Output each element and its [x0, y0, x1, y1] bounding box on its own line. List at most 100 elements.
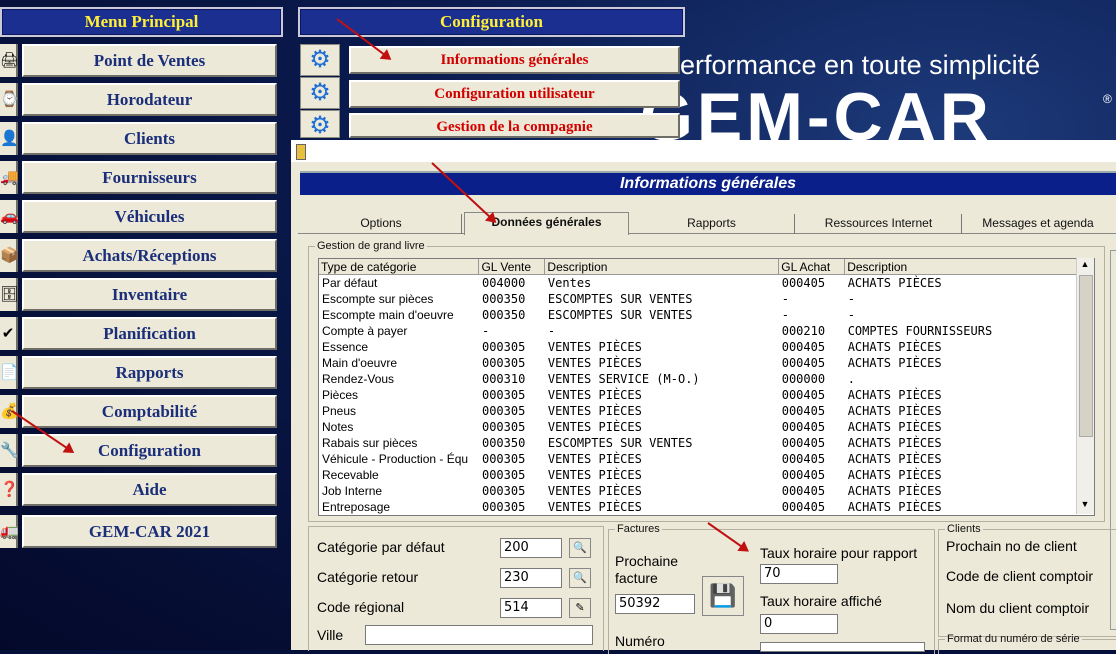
- table-row[interactable]: Compte à payer - - 000210 COMPTES FOURNISSEU…: [319, 323, 1094, 339]
- table-row[interactable]: Notes 000305 VENTES PIÈCES 000405 ACHATS PIÈ…: [319, 419, 1094, 435]
- table-row[interactable]: Essence 000305 VENTES PIÈCES 000405 ACHATS P…: [319, 339, 1094, 355]
- table-cell: 000405: [781, 356, 826, 370]
- configuration-utilisateur-button[interactable]: Configuration utilisateur: [349, 80, 680, 108]
- save-icon[interactable]: 💾: [702, 576, 744, 616]
- gestion-compagnie-button[interactable]: Gestion de la compagnie: [349, 113, 680, 138]
- menu-item-comptabilit-[interactable]: Comptabilité: [22, 395, 277, 428]
- tab-rapports[interactable]: Rapports: [629, 214, 795, 234]
- table-row[interactable]: Pneus 000305 VENTES PIÈCES 000405 ACHATS PIÈ…: [319, 403, 1094, 419]
- lookup-icon[interactable]: 🔍: [569, 568, 591, 588]
- table-cell: VENTES SERVICE (M-O.): [547, 372, 700, 386]
- menu-item-v-hicules[interactable]: Véhicules: [22, 200, 277, 233]
- column-header[interactable]: Description: [844, 259, 1094, 275]
- menu-item-fournisseurs[interactable]: Fournisseurs: [22, 161, 277, 194]
- menu-item-rapports[interactable]: Rapports: [22, 356, 277, 389]
- menu-item-clients[interactable]: Clients: [22, 122, 277, 155]
- table-cell: Rabais sur pièces: [322, 436, 418, 450]
- menu-item-achats-r-ceptions[interactable]: Achats/Réceptions: [22, 239, 277, 272]
- truck-icon: 🚛: [0, 515, 19, 548]
- scroll-up-icon[interactable]: ▲: [1078, 259, 1092, 273]
- menu-item-planification[interactable]: Planification: [22, 317, 277, 350]
- table-row[interactable]: Rabais sur pièces 000350 ESCOMPTES SUR VEN…: [319, 435, 1094, 451]
- table-cell: ACHATS PIÈCES: [847, 500, 942, 514]
- column-header[interactable]: Type de catégorie: [319, 259, 480, 275]
- table-cell: VENTES PIÈCES: [547, 340, 642, 354]
- table-cell: 000405: [781, 404, 826, 418]
- table-cell: -: [481, 324, 490, 338]
- scroll-thumb[interactable]: [1079, 275, 1093, 437]
- table-cell: Rendez-Vous: [322, 372, 395, 386]
- edit-icon[interactable]: ✎: [569, 598, 591, 618]
- taux-rapport-input[interactable]: 70: [760, 564, 838, 584]
- categorie-defaut-input[interactable]: 200: [500, 538, 562, 558]
- table-row[interactable]: Escompte sur pièces 000350 ESCOMPTES SUR V…: [319, 291, 1094, 307]
- gear-icon[interactable]: ⚙: [300, 44, 340, 76]
- table-row[interactable]: Recevable 000305 VENTES PIÈCES 000405 ACHATS…: [319, 467, 1094, 483]
- informations-generales-button[interactable]: Informations générales: [349, 46, 680, 74]
- menu-item-horodateur[interactable]: Horodateur: [22, 83, 277, 116]
- table-cell: Recevable: [322, 468, 379, 482]
- app-icon: [296, 144, 306, 160]
- numero-input[interactable]: [760, 642, 925, 652]
- categorie-retour-input[interactable]: 230: [500, 568, 562, 588]
- table-cell: Essence: [322, 340, 369, 354]
- column-header[interactable]: GL Vente: [478, 259, 546, 275]
- table-cell: VENTES PIÈCES: [547, 356, 642, 370]
- gear-icon[interactable]: ⚙: [300, 110, 340, 139]
- person-icon: 👤: [0, 122, 19, 155]
- table-cell: 000305: [481, 404, 526, 418]
- table-row[interactable]: Véhicule - Production - Équ 000305 VENTES …: [319, 451, 1094, 467]
- table-cell: ACHATS PIÈCES: [847, 420, 942, 434]
- table-cell: -: [547, 324, 556, 338]
- menu-item-configuration[interactable]: Configuration: [22, 434, 277, 467]
- tab-messages-agenda[interactable]: Messages et agenda: [963, 214, 1113, 234]
- numero-label: Numéro: [615, 633, 665, 649]
- table-cell: ACHATS PIÈCES: [847, 388, 942, 402]
- scroll-down-icon[interactable]: ▼: [1078, 499, 1092, 513]
- menu-item-inventaire[interactable]: Inventaire: [22, 278, 277, 311]
- table-cell: ACHATS PIÈCES: [847, 452, 942, 466]
- tools-icon: 🔧: [0, 434, 19, 467]
- format-serie-group: Format du numéro de série: [938, 633, 1116, 654]
- lookup-icon[interactable]: 🔍: [569, 538, 591, 558]
- table-row[interactable]: Main d'oeuvre 000305 VENTES PIÈCES 000405 AC…: [319, 355, 1094, 371]
- table-row[interactable]: Rendez-Vous 000310 VENTES SERVICE (M-O.) 00…: [319, 371, 1094, 387]
- registered-mark: ®: [1103, 92, 1112, 106]
- ville-input[interactable]: [365, 625, 593, 645]
- table-cell: Job Interne: [322, 484, 383, 498]
- column-header[interactable]: GL Achat: [778, 259, 846, 275]
- table-cell: 000350: [481, 292, 526, 306]
- table-cell: ESCOMPTES SUR VENTES: [547, 292, 693, 306]
- gear-icon[interactable]: ⚙: [300, 77, 340, 109]
- menu-item-gem-car-2021[interactable]: GEM-CAR 2021: [22, 515, 277, 548]
- table-cell: Par défaut: [322, 276, 378, 290]
- table-cell: VENTES PIÈCES: [547, 388, 642, 402]
- tab-ressources-internet[interactable]: Ressources Internet: [796, 214, 962, 234]
- table-row[interactable]: Entreposage 000305 VENTES PIÈCES 000405 ACHA…: [319, 499, 1094, 515]
- table-cell: 000350: [481, 308, 526, 322]
- menu-item-point-de-ventes[interactable]: Point de Ventes: [22, 44, 277, 77]
- code-regional-input[interactable]: 514: [500, 598, 562, 618]
- table-cell: ACHATS PIÈCES: [847, 468, 942, 482]
- table-cell: VENTES PIÈCES: [547, 468, 642, 482]
- supplier-icon: 🚚: [0, 161, 19, 194]
- column-header[interactable]: Description: [544, 259, 780, 275]
- table-cell: 000405: [781, 420, 826, 434]
- table-cell: 000305: [481, 500, 526, 514]
- menu-item-aide[interactable]: Aide: [22, 473, 277, 506]
- table-row[interactable]: Job Interne 000305 VENTES PIÈCES 000405 ACHA…: [319, 483, 1094, 499]
- table-cell: Main d'oeuvre: [322, 356, 397, 370]
- table-row[interactable]: Escompte main d'oeuvre 000350 ESCOMPTES SU…: [319, 307, 1094, 323]
- tab-options[interactable]: Options: [301, 214, 462, 234]
- table-cell: ACHATS PIÈCES: [847, 276, 942, 290]
- prochaine-facture-input[interactable]: 50392: [615, 594, 695, 614]
- table-cell: VENTES PIÈCES: [547, 484, 642, 498]
- table-cell: 000405: [781, 340, 826, 354]
- table-row[interactable]: Par défaut 004000 Ventes 000405 ACHATS PIÈCE…: [319, 275, 1094, 292]
- grid-scrollbar[interactable]: ▲ ▼: [1076, 258, 1094, 514]
- taux-affiche-input[interactable]: 0: [760, 614, 838, 634]
- table-cell: 000405: [781, 484, 826, 498]
- table-row[interactable]: Pièces 000305 VENTES PIÈCES 000405 ACHATS PI…: [319, 387, 1094, 403]
- table-cell: 000405: [781, 276, 826, 290]
- table-cell: 004000: [481, 276, 526, 290]
